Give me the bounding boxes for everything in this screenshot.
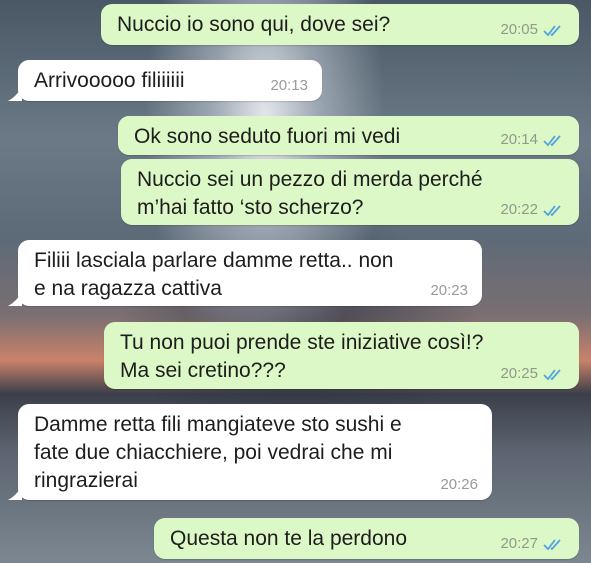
message-time: 20:05	[500, 21, 538, 38]
message-outgoing[interactable]: Questa non te la perdono 20:27	[154, 518, 579, 559]
message-time: 20:22	[500, 201, 538, 218]
message-time: 20:23	[430, 282, 468, 299]
double-check-icon	[543, 135, 561, 147]
message-time: 20:14	[500, 131, 538, 148]
message-incoming[interactable]: Arrivooooo filiiiiii 20:13	[8, 60, 322, 101]
message-text: Arrivooooo filiiiiii	[34, 69, 185, 92]
message-outgoing[interactable]: Nuccio io sono qui, dove sei? 20:05	[101, 4, 579, 45]
message-incoming[interactable]: Filiii lasciala parlare damme retta.. no…	[8, 240, 482, 306]
message-meta: 20:22	[500, 201, 565, 219]
message-incoming[interactable]: Damme retta fili mangiateve sto sushi e …	[8, 404, 492, 500]
message-meta: 20:13	[270, 77, 308, 95]
message-outgoing[interactable]: Ok sono seduto fuori mi vedi 20:14	[118, 116, 579, 155]
message-meta: 20:05	[500, 21, 565, 39]
chat-thread: Nuccio io sono qui, dove sei? 20:05 Arri…	[0, 0, 591, 563]
message-text: Filiii lasciala parlare damme retta.. no…	[34, 249, 394, 300]
message-meta: 20:23	[430, 282, 468, 300]
message-time: 20:13	[270, 77, 308, 94]
message-meta: 20:25	[500, 365, 565, 383]
message-meta: 20:26	[440, 476, 478, 494]
message-text: Nuccio io sono qui, dove sei?	[117, 13, 391, 36]
double-check-icon	[543, 25, 561, 37]
bubble-tail	[8, 292, 22, 306]
message-text: Damme retta fili mangiateve sto sushi e …	[34, 413, 402, 492]
message-outgoing[interactable]: Tu non puoi prende ste iniziative così!?…	[104, 322, 579, 389]
message-text: Tu non puoi prende ste iniziative così!?…	[120, 331, 484, 382]
double-check-icon	[543, 205, 561, 217]
message-time: 20:25	[500, 365, 538, 382]
double-check-icon	[543, 539, 561, 551]
message-meta: 20:14	[500, 131, 565, 149]
double-check-icon	[543, 369, 561, 381]
bubble-tail	[8, 486, 22, 500]
message-time: 20:26	[440, 476, 478, 493]
message-outgoing[interactable]: Nuccio sei un pezzo di merda perché m’ha…	[121, 159, 579, 225]
message-meta: 20:27	[500, 535, 565, 553]
message-time: 20:27	[500, 535, 538, 552]
bubble-tail	[8, 87, 22, 101]
